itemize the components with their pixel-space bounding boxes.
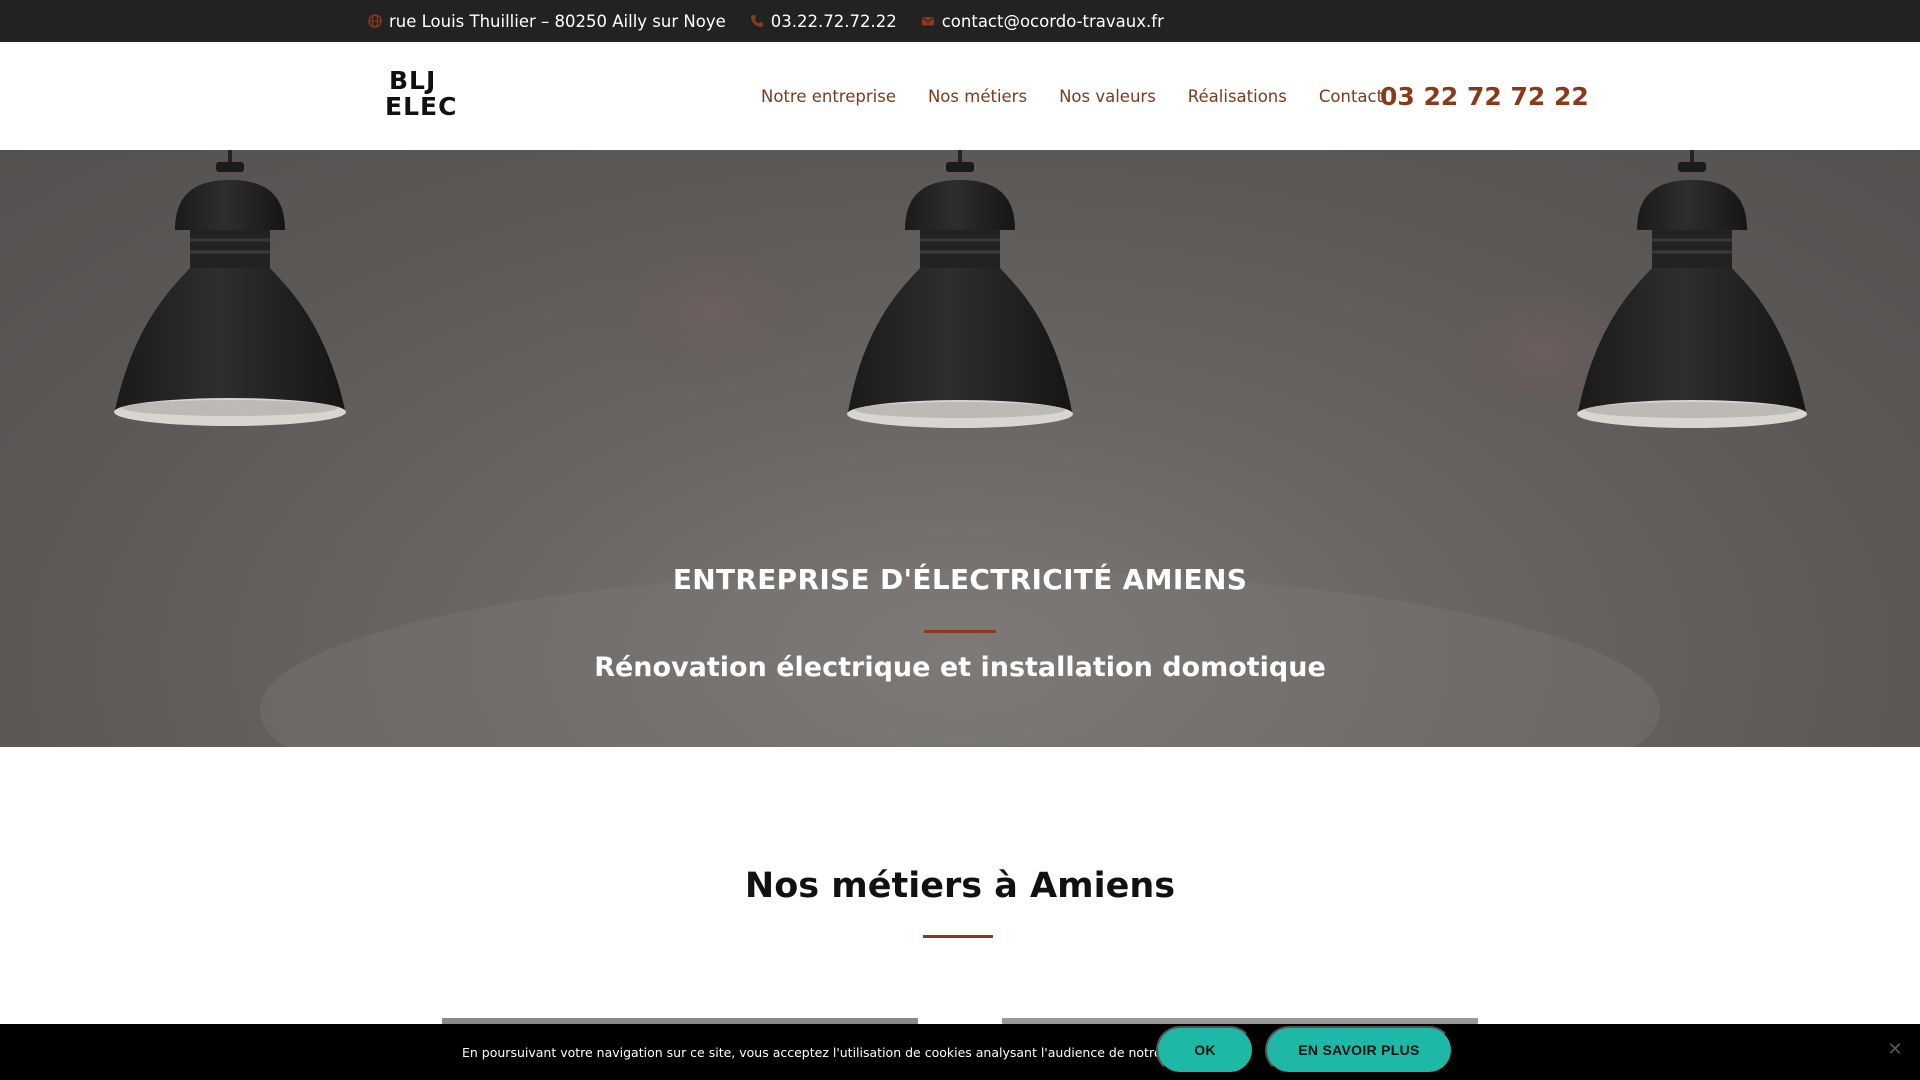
phone-icon — [750, 15, 763, 27]
section-title: Nos métiers à Amiens — [744, 866, 1176, 906]
email-item[interactable]: contact@ocordo-travaux.fr — [921, 12, 1164, 31]
address-text: rue Louis Thuillier – 80250 Ailly sur No… — [389, 11, 726, 31]
section-separator — [923, 935, 993, 938]
logo-line-1: BLJ — [389, 66, 437, 95]
cookie-text: En poursuivant votre navigation sur ce s… — [462, 1044, 1222, 1060]
envelope-icon — [921, 16, 935, 26]
phone-item[interactable]: 03.22.72.72.22 — [750, 12, 897, 31]
hero-banner: ENTREPRISE D'ÉLECTRICITÉ AMIENS Rénovati… — [0, 150, 1920, 747]
hero-title: ENTREPRISE D'ÉLECTRICITÉ AMIENS — [672, 563, 1248, 596]
close-icon[interactable]: ✕ — [1886, 1041, 1904, 1059]
email-link[interactable]: contact@ocordo-travaux.fr — [942, 12, 1164, 31]
logo[interactable]: BLJ ELEC — [385, 66, 458, 124]
cookie-more-button[interactable]: EN SAVOIR PLUS — [1265, 1026, 1453, 1074]
globe-icon — [368, 14, 382, 28]
site-header: BLJ ELEC Notre entreprise Nos métiers No… — [0, 42, 1920, 150]
hero-subtitle: Rénovation électrique et installation do… — [594, 652, 1326, 683]
hero-separator — [924, 630, 996, 633]
address-item: rue Louis Thuillier – 80250 Ailly sur No… — [368, 12, 726, 31]
nav-item-contact[interactable]: Contact — [1319, 87, 1383, 106]
logo-line-2: ELEC — [385, 92, 458, 121]
cookie-ok-button[interactable]: OK — [1156, 1026, 1254, 1074]
nav-item-nos-metiers[interactable]: Nos métiers — [928, 87, 1027, 106]
main-nav: Notre entreprise Nos métiers Nos valeurs… — [761, 42, 1415, 150]
phone-link[interactable]: 03.22.72.72.22 — [771, 12, 897, 31]
cookie-banner: En poursuivant votre navigation sur ce s… — [0, 1024, 1920, 1080]
nav-item-realisations[interactable]: Réalisations — [1188, 87, 1287, 106]
header-phone-link[interactable]: 03 22 72 72 22 — [1380, 42, 1589, 150]
nav-item-notre-entreprise[interactable]: Notre entreprise — [761, 87, 896, 106]
top-info-bar: rue Louis Thuillier – 80250 Ailly sur No… — [0, 0, 1920, 42]
nav-item-nos-valeurs[interactable]: Nos valeurs — [1059, 87, 1156, 106]
